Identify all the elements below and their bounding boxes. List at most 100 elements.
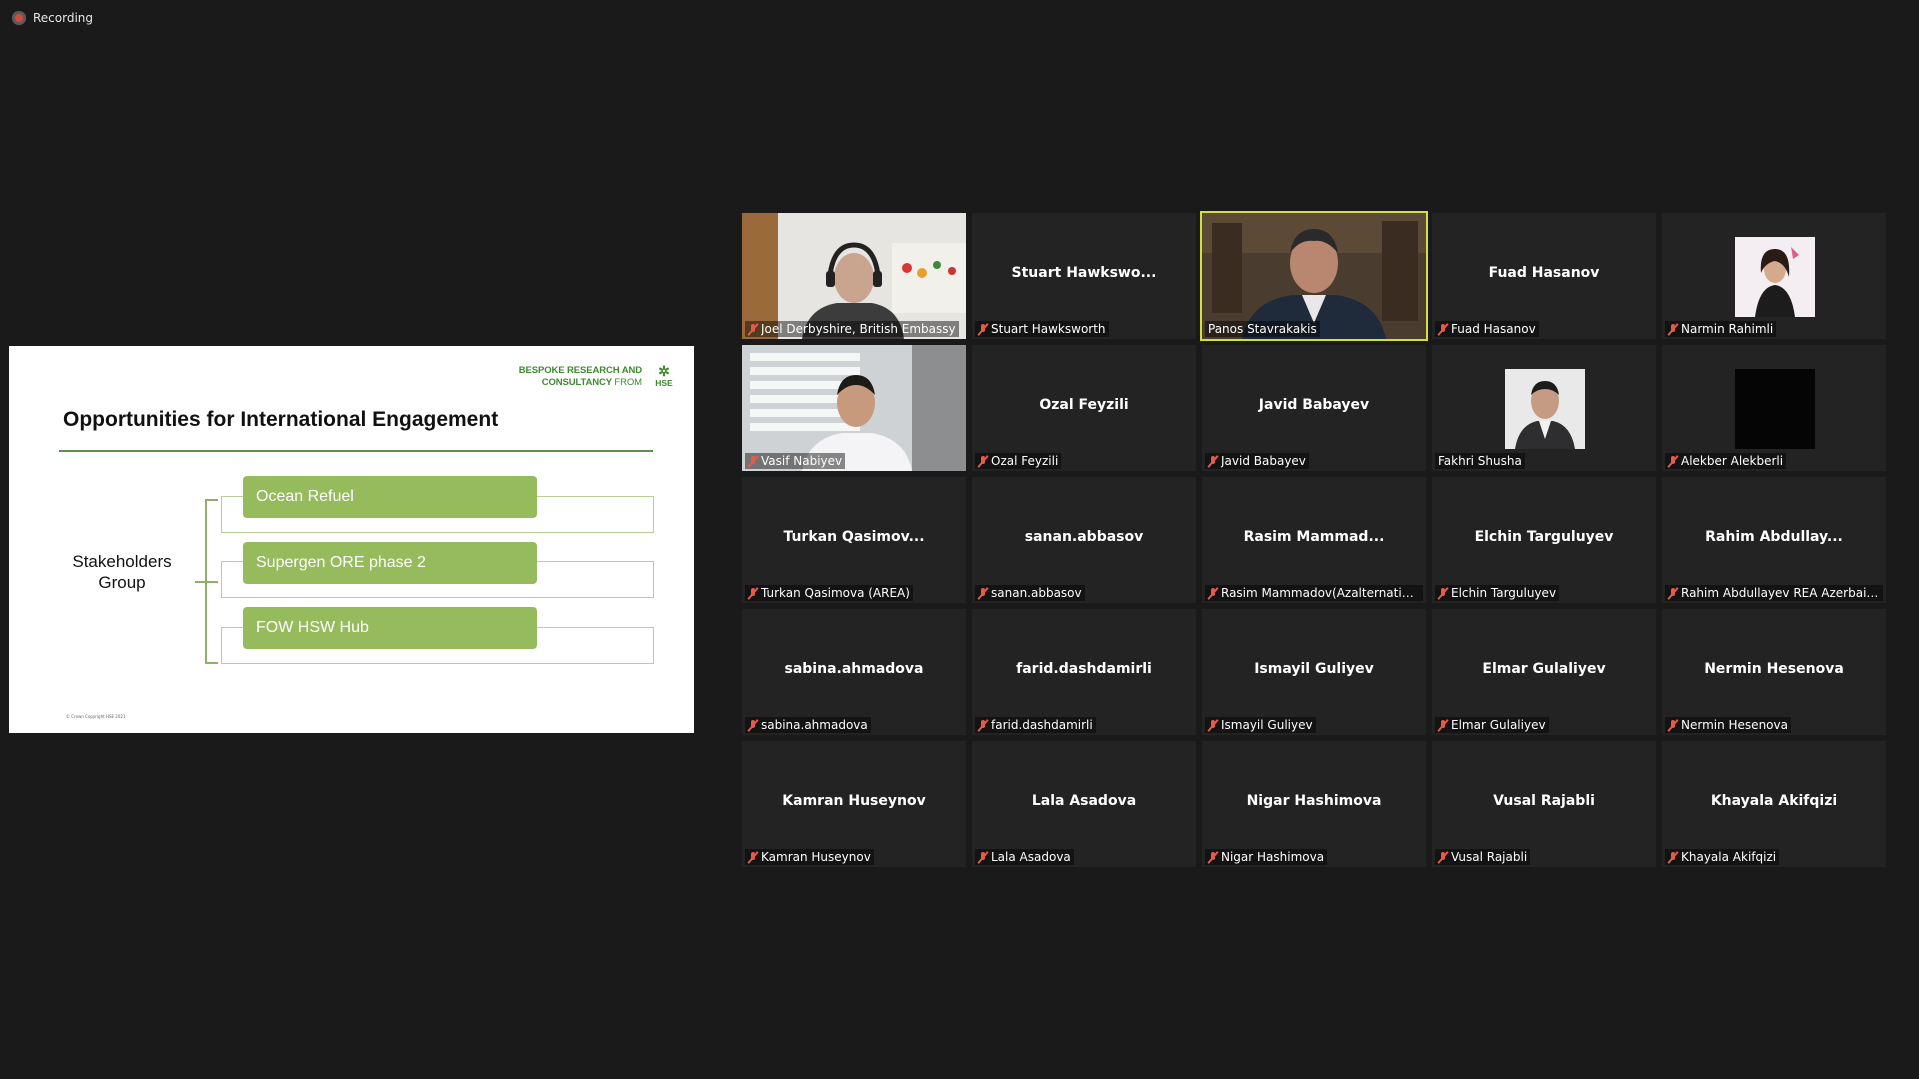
- participant-name: Fakhri Shusha: [1438, 454, 1522, 468]
- participant-name-caption: Rasim Mammadov(Azalternative...: [1205, 585, 1423, 601]
- participant-tile[interactable]: Panos Stavrakakis: [1200, 211, 1428, 341]
- participant-name-caption: Fuad Hasanov: [1435, 321, 1539, 337]
- participant-tile[interactable]: Nigar Hashimova Nigar Hashimova: [1202, 741, 1426, 867]
- participant-name: Nigar Hashimova: [1221, 850, 1325, 864]
- participant-name: Elchin Targuluyev: [1451, 586, 1557, 600]
- participant-display-name: Lala Asadova: [1031, 793, 1137, 809]
- item-box-1: Ocean Refuel: [243, 476, 537, 518]
- participant-display-name: sabina.ahmadova: [784, 661, 924, 677]
- participant-name: Lala Asadova: [991, 850, 1071, 864]
- participant-tile[interactable]: Fuad Hasanov Fuad Hasanov: [1432, 213, 1656, 339]
- brace-tick-3: [205, 662, 218, 664]
- participant-tile[interactable]: Nermin Hesenova Nermin Hesenova: [1662, 609, 1886, 735]
- muted-mic-icon: [1208, 719, 1218, 732]
- participant-display-name: Ismayil Guliyev: [1254, 661, 1374, 677]
- logo-from: FROM: [614, 377, 642, 388]
- participant-name-caption: Ozal Feyzili: [975, 453, 1062, 469]
- participant-tile[interactable]: Joel Derbyshire, British Embassy: [742, 213, 966, 339]
- slide-title: Opportunities for International Engageme…: [63, 408, 499, 431]
- participant-tile[interactable]: Rasim Mammad... Rasim Mammadov(Azalternat…: [1202, 477, 1426, 603]
- participant-display-name: Nermin Hesenova: [1704, 661, 1844, 677]
- participant-tile[interactable]: sabina.ahmadova sabina.ahmadova: [742, 609, 966, 735]
- muted-mic-icon: [748, 587, 758, 600]
- participant-tile[interactable]: Kamran Huseynov Kamran Huseynov: [742, 741, 966, 867]
- muted-mic-icon: [978, 587, 988, 600]
- participant-name: Ismayil Guliyev: [1221, 718, 1313, 732]
- muted-mic-icon: [748, 455, 758, 468]
- muted-mic-icon: [1668, 455, 1678, 468]
- participant-name-caption: farid.dashdamirli: [975, 717, 1096, 733]
- participant-display-name: Turkan Qasimov...: [783, 529, 925, 545]
- participant-display-name: sanan.abbasov: [1024, 529, 1144, 545]
- participant-tile[interactable]: Elmar Gulaliyev Elmar Gulaliyev: [1432, 609, 1656, 735]
- participant-tile[interactable]: Narmin Rahimli: [1662, 213, 1886, 339]
- recording-indicator[interactable]: Recording: [12, 11, 93, 25]
- participant-display-name: Rasim Mammad...: [1243, 529, 1385, 545]
- participant-tile[interactable]: Vasif Nabiyev: [742, 345, 966, 471]
- muted-mic-icon: [978, 455, 988, 468]
- participant-name-caption: Fakhri Shusha: [1435, 453, 1525, 469]
- profile-picture: [1735, 369, 1815, 449]
- participant-tile[interactable]: Elchin Targuluyev Elchin Targuluyev: [1432, 477, 1656, 603]
- slide-divider: [59, 450, 653, 452]
- participant-name: Ozal Feyzili: [991, 454, 1059, 468]
- brace-tick-1: [205, 499, 218, 501]
- muted-mic-icon: [748, 323, 758, 336]
- participant-name-caption: Elchin Targuluyev: [1435, 585, 1560, 601]
- muted-mic-icon: [1438, 851, 1448, 864]
- participant-name-caption: Nermin Hesenova: [1665, 717, 1791, 733]
- participant-name-caption: Lala Asadova: [975, 849, 1074, 865]
- hse-logo-icon: ✲ HSE: [655, 363, 673, 388]
- participant-name-caption: Rahim Abdullayev REA Azerbaij...: [1665, 585, 1883, 601]
- muted-mic-icon: [1208, 851, 1218, 864]
- participant-tile[interactable]: Fakhri Shusha: [1432, 345, 1656, 471]
- participant-tile[interactable]: Stuart Hawkswo... Stuart Hawksworth: [972, 213, 1196, 339]
- participant-tile[interactable]: Turkan Qasimov... Turkan Qasimova (AREA): [742, 477, 966, 603]
- muted-mic-icon: [1438, 323, 1448, 336]
- participant-tile[interactable]: Ismayil Guliyev Ismayil Guliyev: [1202, 609, 1426, 735]
- participant-tile[interactable]: Khayala Akifqizi Khayala Akifqizi: [1662, 741, 1886, 867]
- hse-logo-text: HSE: [655, 378, 673, 388]
- muted-mic-icon: [748, 851, 758, 864]
- item-box-3: FOW HSW Hub: [243, 607, 537, 649]
- participant-display-name: Nigar Hashimova: [1246, 793, 1382, 809]
- muted-mic-icon: [978, 719, 988, 732]
- participant-tile[interactable]: Alekber Alekberli: [1662, 345, 1886, 471]
- slide-logo-text: BESPOKE RESEARCH AND CONSULTANCY FROM: [519, 365, 642, 389]
- participant-tile[interactable]: Vusal Rajabli Vusal Rajabli: [1432, 741, 1656, 867]
- participant-name: Panos Stavrakakis: [1208, 322, 1317, 336]
- participant-display-name: Elmar Gulaliyev: [1482, 661, 1606, 677]
- participant-name-caption: Panos Stavrakakis: [1205, 321, 1320, 337]
- participant-name: Turkan Qasimova (AREA): [761, 586, 910, 600]
- participant-tile[interactable]: sanan.abbasov sanan.abbasov: [972, 477, 1196, 603]
- participant-name: Khayala Akifqizi: [1681, 850, 1777, 864]
- record-icon: [12, 11, 26, 25]
- participant-tile[interactable]: farid.dashdamirli farid.dashdamirli: [972, 609, 1196, 735]
- participant-name: Vusal Rajabli: [1451, 850, 1528, 864]
- participant-display-name: Rahim Abdullay...: [1705, 529, 1843, 545]
- participant-name: Fuad Hasanov: [1451, 322, 1536, 336]
- participant-tile[interactable]: Ozal Feyzili Ozal Feyzili: [972, 345, 1196, 471]
- participant-name: Narmin Rahimli: [1681, 322, 1774, 336]
- muted-mic-icon: [978, 323, 988, 336]
- muted-mic-icon: [1208, 587, 1218, 600]
- participant-name-caption: Joel Derbyshire, British Embassy: [745, 321, 959, 337]
- muted-mic-icon: [1208, 455, 1218, 468]
- participant-tile[interactable]: Javid Babayev Javid Babayev: [1202, 345, 1426, 471]
- participant-name-caption: Ismayil Guliyev: [1205, 717, 1316, 733]
- participant-name: Stuart Hawksworth: [991, 322, 1106, 336]
- participant-display-name: Ozal Feyzili: [1039, 397, 1129, 413]
- participant-name-caption: Khayala Akifqizi: [1665, 849, 1780, 865]
- participant-name: Nermin Hesenova: [1681, 718, 1788, 732]
- recording-label: Recording: [33, 11, 94, 25]
- participant-tile[interactable]: Rahim Abdullay... Rahim Abdullayev REA Az…: [1662, 477, 1886, 603]
- participant-name-caption: Narmin Rahimli: [1665, 321, 1777, 337]
- participant-name-caption: Nigar Hashimova: [1205, 849, 1328, 865]
- participant-name-caption: Turkan Qasimova (AREA): [745, 585, 913, 601]
- muted-mic-icon: [978, 851, 988, 864]
- logo-line-2: CONSULTANCY: [541, 377, 612, 388]
- participant-tile[interactable]: Lala Asadova Lala Asadova: [972, 741, 1196, 867]
- participant-display-name: Javid Babayev: [1258, 397, 1370, 413]
- shared-screen: BESPOKE RESEARCH AND CONSULTANCY FROM ✲ …: [9, 346, 694, 733]
- muted-mic-icon: [1668, 587, 1678, 600]
